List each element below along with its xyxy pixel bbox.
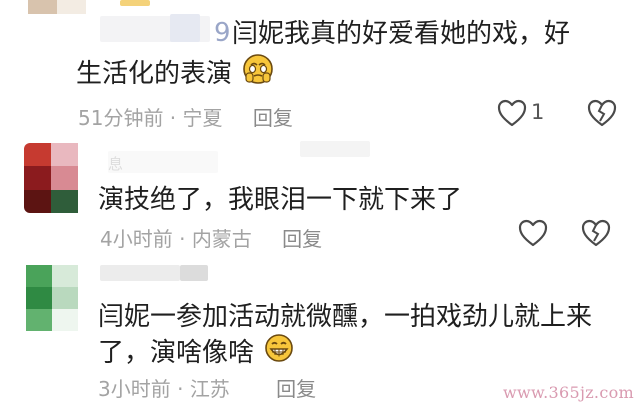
- comment-text-line: 演技绝了，我眼泪一下就下来了: [98, 185, 463, 215]
- username-mosaic: [300, 141, 370, 157]
- comment-item: 9 闫妮我真的好爱看她的戏，好 生活化的表演 51分钟前 · 宁夏 回复 1: [0, 0, 640, 135]
- comment-text-line: 闫妮一参加活动就微醺，一拍戏劲儿就上来: [98, 302, 593, 332]
- username[interactable]: 9: [214, 18, 232, 48]
- heart-broken-icon[interactable]: [581, 219, 611, 251]
- watermark: www.365jz.com: [503, 383, 634, 402]
- username-mosaic: [120, 0, 150, 6]
- reply-button[interactable]: 回复: [276, 377, 316, 401]
- comment-text-line: 生活化的表演: [76, 59, 233, 89]
- meta-separator: ·: [170, 377, 190, 401]
- comment-time: 51分钟前: [78, 106, 164, 130]
- emoji-grin-icon: [264, 333, 294, 374]
- comment-time: 4小时前: [100, 227, 173, 251]
- avatar[interactable]: [26, 265, 78, 331]
- comment-text: 了，演啥像啥: [98, 333, 294, 374]
- comment-meta: 4小时前 · 内蒙古 回复: [100, 223, 322, 252]
- heart-broken-icon[interactable]: [587, 99, 617, 131]
- comment-text: 生活化的表演: [76, 53, 274, 96]
- username-mosaic: [100, 265, 180, 281]
- comment-location: 江苏: [189, 377, 230, 401]
- username-mosaic: [108, 151, 218, 173]
- reply-button[interactable]: 回复: [253, 106, 293, 130]
- heart-outline-icon[interactable]: [497, 99, 527, 131]
- comment-location: 内蒙古: [191, 227, 252, 251]
- meta-separator: ·: [172, 227, 192, 251]
- reply-button[interactable]: 回复: [282, 227, 322, 251]
- username-mosaic: [170, 14, 200, 42]
- comment-text-line: 闫妮我真的好爱看她的戏，好: [232, 19, 571, 49]
- comment-text: 闫妮我真的好爱看她的戏，好: [232, 15, 570, 53]
- comment-meta: 3小时前 · 江苏 回复: [98, 373, 316, 402]
- meta-separator: ·: [163, 106, 183, 130]
- comment-time: 3小时前: [98, 377, 171, 401]
- comment-item: 息 演技绝了，我眼泪一下就下来了 4小时前 · 内蒙古 回复: [0, 135, 640, 255]
- comment-text-line: 了，演啥像啥: [98, 338, 255, 368]
- comment-location: 宁夏: [182, 106, 223, 130]
- avatar[interactable]: [24, 143, 78, 213]
- emoji-touched-icon: [242, 53, 274, 96]
- heart-outline-icon[interactable]: [518, 219, 548, 251]
- comment-meta: 51分钟前 · 宁夏 回复: [78, 102, 293, 131]
- avatar[interactable]: [28, 0, 86, 14]
- like-count: 1: [531, 100, 545, 124]
- username-mosaic: [180, 265, 208, 281]
- comment-text: 演技绝了，我眼泪一下就下来了: [98, 181, 462, 219]
- comment-text: 闫妮一参加活动就微醺，一拍戏劲儿就上来: [98, 298, 592, 336]
